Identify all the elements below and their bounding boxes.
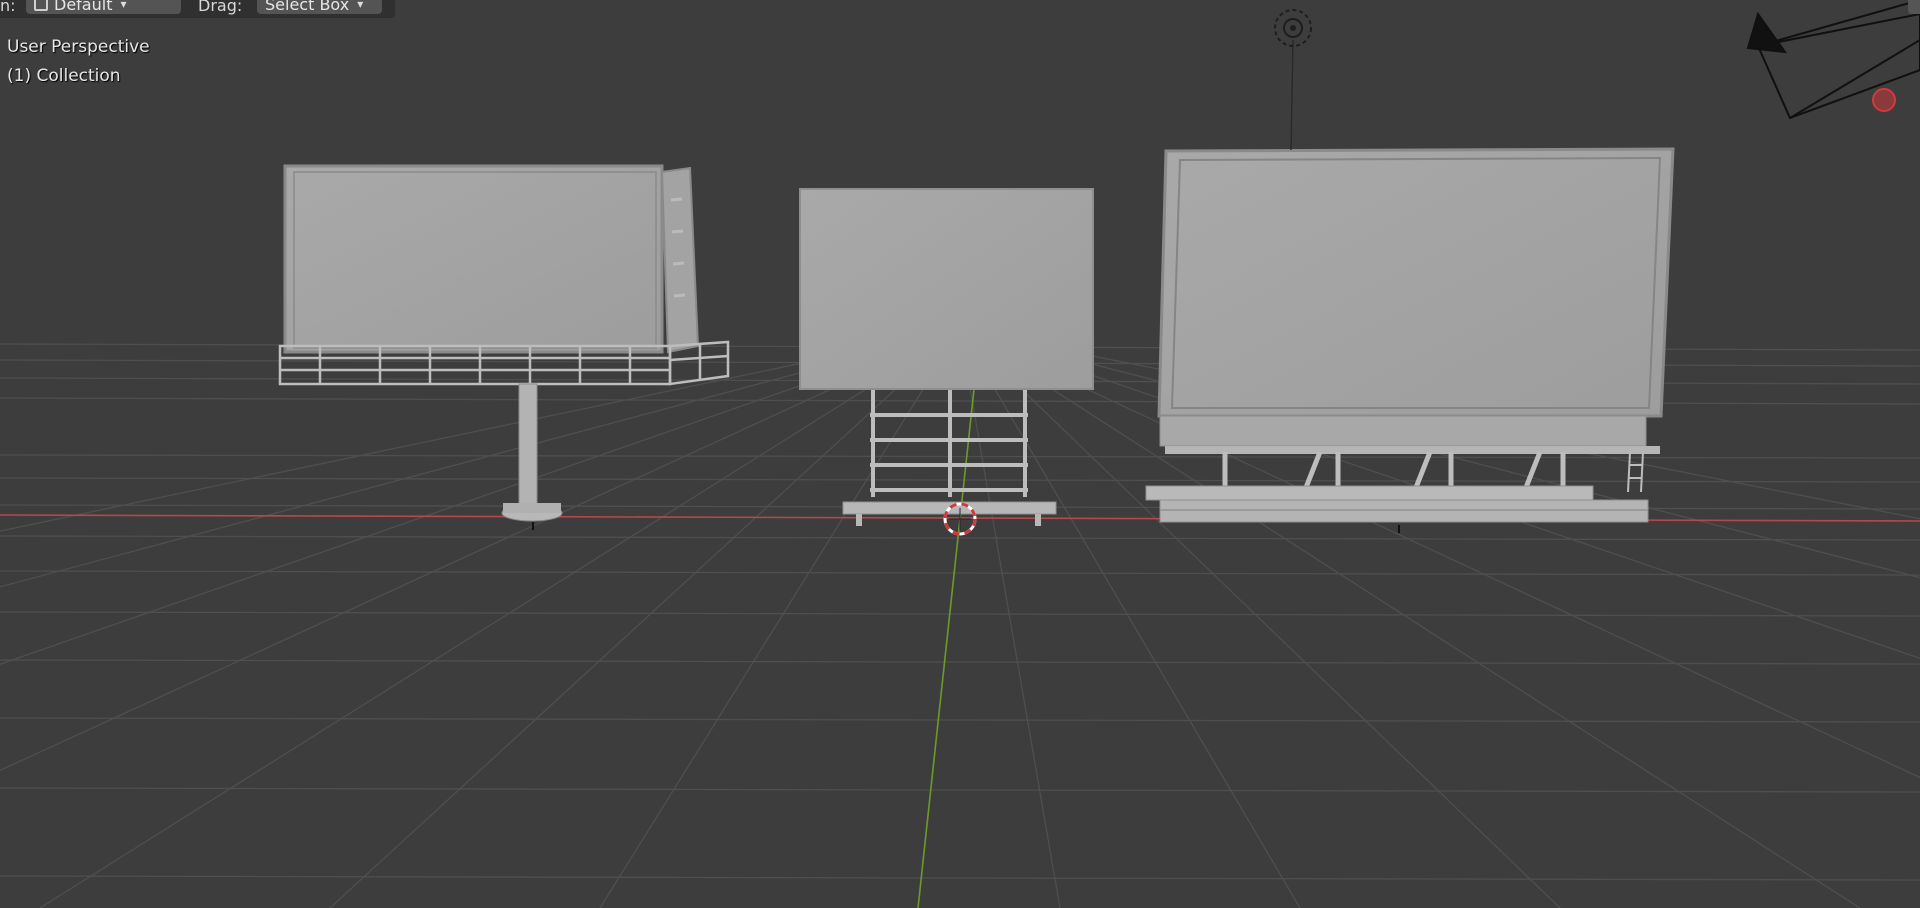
3d-cursor-icon[interactable] (943, 502, 977, 536)
orientation-label: n: (0, 0, 16, 15)
drag-value: Select Box (265, 0, 350, 14)
drag-label: Drag: (198, 0, 243, 15)
orientation-value: Default (54, 0, 113, 14)
corner-button[interactable] (1908, 0, 1920, 14)
light-icon[interactable] (1274, 9, 1312, 151)
3d-viewport[interactable]: n: Default ▾ Drag: Select Box ▾ User Per… (0, 0, 1920, 908)
drag-dropdown[interactable]: Select Box ▾ (257, 0, 382, 14)
viewport-scene[interactable] (0, 0, 1920, 908)
billboard-middle[interactable] (799, 188, 1094, 526)
y-axis-line (917, 379, 976, 908)
chevron-down-icon: ▾ (120, 0, 127, 11)
chevron-down-icon: ▾ (357, 0, 364, 11)
transform-orientation-icon (34, 0, 48, 11)
collection-label: (1) Collection (7, 66, 121, 86)
camera-icon[interactable] (1746, 0, 1920, 120)
view-name: User Perspective (7, 37, 150, 57)
transform-orientation-dropdown[interactable]: Default ▾ (26, 0, 181, 14)
viewport-info: User Perspective (1) Collection (7, 33, 150, 91)
billboard-right[interactable] (1145, 147, 1675, 523)
viewport-header: n: Default ▾ Drag: Select Box ▾ (0, 0, 395, 18)
